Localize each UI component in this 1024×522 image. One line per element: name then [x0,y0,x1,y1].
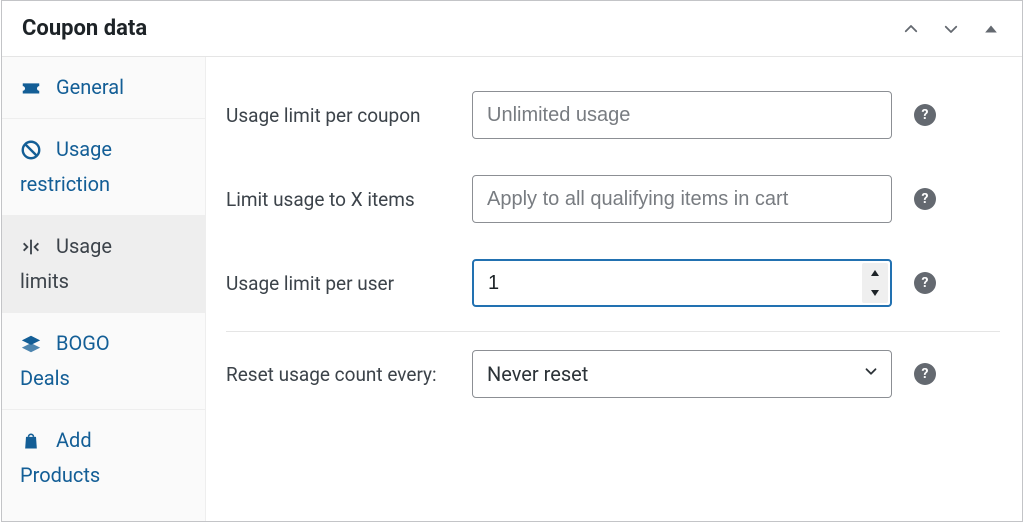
field-label: Reset usage count every: [226,363,472,386]
spinner-down-icon[interactable] [862,283,888,303]
sidebar-item-label2: limits [20,267,187,296]
shopping-bag-icon [20,430,42,452]
field-label: Usage limit per user [226,272,472,295]
panel-body: General Usage restriction Usage [2,57,1022,521]
sidebar-item-label2: Deals [20,364,187,393]
field-control [472,259,892,307]
sidebar-item-general[interactable]: General [2,57,205,119]
field-control [472,91,892,139]
panel-move-down-icon[interactable] [940,18,962,40]
field-usage-limit-per-coupon: Usage limit per coupon ? [226,73,1000,157]
number-spinner [862,263,888,303]
sidebar-item-label2: Products [20,461,187,490]
field-label: Limit usage to X items [226,188,472,211]
usage-limit-per-coupon-input[interactable] [472,91,892,139]
panel-title: Coupon data [22,16,147,41]
sidebar-item-usage-limits[interactable]: Usage limits [2,216,205,313]
ban-icon [20,139,42,161]
sidebar-item-label: BOGO [56,329,110,358]
panel-toggle-icon[interactable] [980,18,1002,40]
field-label: Usage limit per coupon [226,104,472,127]
help-icon[interactable]: ? [914,363,936,385]
help-icon[interactable]: ? [914,272,936,294]
sidebar-item-label: General [56,73,124,102]
content: Usage limit per coupon ? Limit usage to … [206,57,1022,521]
select-value: Never reset [487,362,588,386]
sidebar-item-label: Usage [56,232,112,261]
field-usage-limit-per-user: Usage limit per user ? [226,241,1000,325]
sidebar-item-add-products[interactable]: Add Products [2,410,205,506]
sidebar-item-usage-restriction[interactable]: Usage restriction [2,119,205,216]
limit-usage-to-x-items-input[interactable] [472,175,892,223]
panel-move-up-icon[interactable] [900,18,922,40]
spinner-up-icon[interactable] [862,263,888,283]
field-control: Never reset [472,350,892,398]
coupon-data-panel: Coupon data General [1,0,1023,522]
ticket-icon [20,77,42,99]
help-icon[interactable]: ? [914,104,936,126]
reset-usage-count-select[interactable]: Never reset [472,350,892,398]
collapse-horizontal-icon [20,236,42,258]
field-reset-usage-count: Reset usage count every: Never reset ? [226,332,1000,416]
panel-header-controls [900,18,1002,40]
panel-header: Coupon data [2,1,1022,57]
field-control [472,175,892,223]
sidebar-item-label: Add [56,426,92,455]
help-icon[interactable]: ? [914,188,936,210]
field-limit-usage-to-x-items: Limit usage to X items ? [226,157,1000,241]
sidebar-item-label: Usage [56,135,112,164]
layers-icon [20,333,42,355]
sidebar-item-bogo-deals[interactable]: BOGO Deals [2,313,205,410]
sidebar: General Usage restriction Usage [2,57,206,521]
usage-limit-per-user-input[interactable] [472,259,892,307]
sidebar-item-label2: restriction [20,170,187,199]
